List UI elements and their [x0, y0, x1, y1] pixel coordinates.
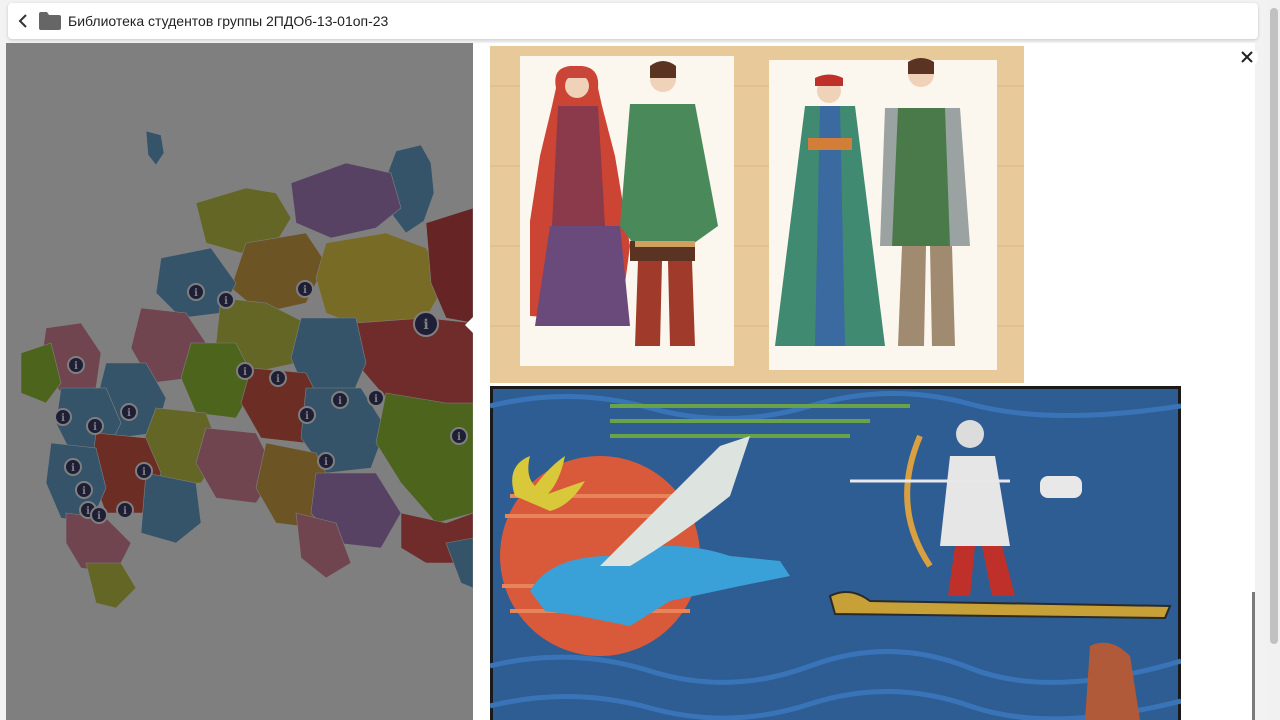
svg-text:i: i	[303, 285, 307, 296]
back-button[interactable]	[10, 3, 36, 39]
svg-text:i: i	[142, 467, 146, 478]
svg-text:i: i	[86, 506, 90, 517]
svg-text:i: i	[324, 457, 328, 468]
page-title: Библиотека студентов группы 2ПДОб-13-01о…	[68, 13, 389, 29]
image-viewer	[473, 43, 1255, 720]
svg-text:i: i	[93, 422, 97, 433]
svg-text:i: i	[82, 486, 86, 497]
header-bar: Библиотека студентов группы 2ПДОб-13-01о…	[8, 3, 1258, 39]
svg-text:i: i	[127, 408, 131, 419]
svg-text:i: i	[457, 432, 461, 443]
folk-costumes-illustration	[490, 46, 1024, 383]
svg-text:i: i	[338, 396, 342, 407]
svg-text:i: i	[224, 296, 228, 307]
page-scrollbar-thumb[interactable]	[1270, 8, 1278, 644]
svg-text:i: i	[305, 411, 309, 422]
svg-text:i: i	[123, 506, 127, 517]
regions-map: i i i i i i i i i i i i i i i i i i i i …	[20, 130, 473, 609]
svg-text:i: i	[194, 288, 198, 299]
svg-text:i: i	[74, 361, 78, 372]
svg-text:i: i	[97, 511, 101, 522]
chevron-left-icon	[18, 14, 27, 28]
map-panel[interactable]: i i i i i i i i i i i i i i i i i i i i …	[6, 43, 473, 720]
svg-text:i: i	[61, 413, 65, 424]
viewer-pointer	[465, 317, 473, 333]
svg-text:i: i	[423, 317, 428, 333]
svg-text:i: i	[71, 463, 75, 474]
folder-icon	[38, 11, 62, 31]
svg-text:i: i	[276, 374, 280, 385]
svg-text:i: i	[243, 367, 247, 378]
viewer-scrollbar-thumb[interactable]	[1252, 592, 1255, 720]
reindeer-archer-illustration	[490, 386, 1181, 720]
close-button[interactable]	[1236, 46, 1258, 68]
close-icon	[1241, 51, 1253, 63]
svg-text:i: i	[374, 394, 378, 405]
